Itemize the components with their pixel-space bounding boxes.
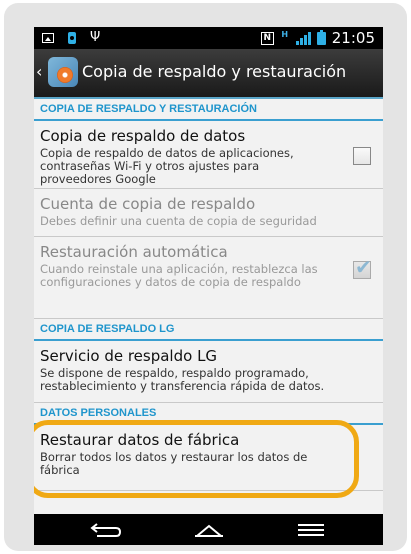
setting-auto-restore[interactable]: Restauración automática Cuando reinstale…: [34, 237, 383, 319]
back-chevron-icon[interactable]: ‹: [36, 62, 42, 81]
image-icon: [42, 32, 54, 43]
nfc-icon: N: [260, 31, 274, 45]
page-title: Copia de respaldo y restauración: [82, 62, 347, 81]
screenshot-frame: Ψ N H 21:05 ‹ Copia de respaldo y restau…: [4, 3, 407, 551]
item-title: Copia de respaldo de datos: [40, 127, 246, 145]
item-title: Restauración automática: [40, 243, 228, 261]
section-header-backup-restore: COPIA DE RESPALDO Y RESTAURACIÓN: [34, 99, 383, 121]
home-icon[interactable]: [192, 520, 226, 540]
status-bar: Ψ N H 21:05: [34, 27, 383, 49]
setting-backup-account[interactable]: Cuenta de copia de respaldo Debes defini…: [34, 189, 383, 237]
item-title: Servicio de respaldo LG: [40, 347, 218, 365]
auto-restore-checkbox[interactable]: ✔: [353, 255, 372, 279]
item-summary: Copia de respaldo de datos de aplicacion…: [40, 146, 294, 186]
shopping-bag-icon: [68, 31, 76, 44]
phone-screen: Ψ N H 21:05 ‹ Copia de respaldo y restau…: [34, 27, 383, 545]
menu-icon[interactable]: [294, 520, 328, 540]
action-bar: ‹ Copia de respaldo y restauración: [34, 49, 383, 99]
item-title: Cuenta de copia de respaldo: [40, 195, 256, 213]
item-summary: Cuando reinstale una aplicación, restabl…: [40, 262, 318, 289]
highlight-oval: [34, 420, 359, 498]
checkmark-icon: ✔: [355, 255, 372, 279]
item-summary: Se dispone de respaldo, respaldo program…: [40, 366, 325, 393]
battery-icon: [316, 29, 326, 45]
navigation-bar: [34, 514, 383, 545]
back-icon[interactable]: [89, 520, 123, 540]
section-header-lg-backup: COPIA DE RESPALDO LG: [34, 319, 383, 341]
setting-lg-backup-service[interactable]: Servicio de respaldo LG Se dispone de re…: [34, 341, 383, 403]
signal-icon: [295, 31, 311, 45]
backup-restore-app-icon[interactable]: [48, 57, 78, 87]
h-plus-icon: H: [281, 30, 289, 39]
backup-data-checkbox[interactable]: [353, 147, 371, 165]
item-summary: Debes definir una cuenta de copia de seg…: [40, 214, 317, 228]
status-time: 21:05: [331, 29, 375, 47]
usb-icon: Ψ: [90, 30, 101, 45]
setting-backup-data[interactable]: Copia de respaldo de datos Copia de resp…: [34, 121, 383, 189]
